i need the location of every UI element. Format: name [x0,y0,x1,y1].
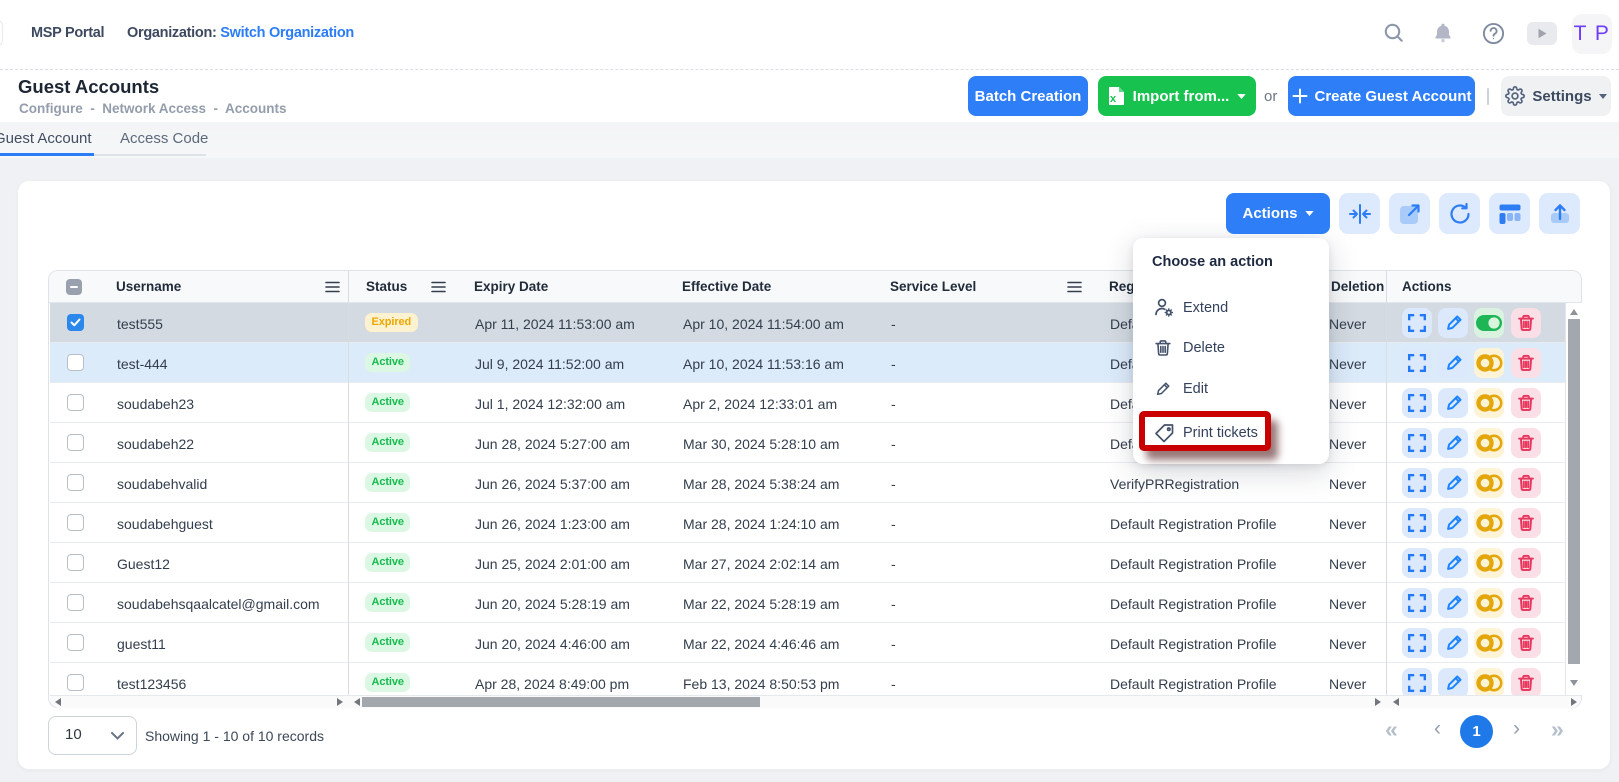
svg-text:x: x [1110,93,1117,105]
